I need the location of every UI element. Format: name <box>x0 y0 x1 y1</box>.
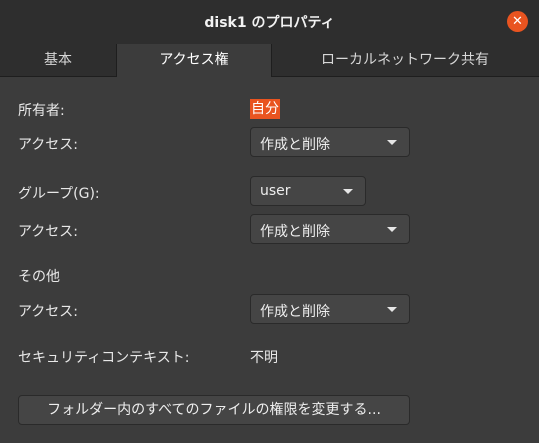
owner-access-value: 作成と削除 <box>260 137 330 153</box>
dropdown-arrow-icon <box>387 307 397 312</box>
tab-basic[interactable]: 基本 <box>0 44 116 76</box>
tab-permissions[interactable]: アクセス権 <box>116 44 272 77</box>
others-access-dropdown[interactable]: 作成と削除 <box>250 294 410 324</box>
dropdown-arrow-icon <box>343 189 353 194</box>
group-label: グループ(G): <box>18 186 100 202</box>
security-context-label: セキュリティコンテキスト: <box>18 350 190 366</box>
title-bar: disk1 のプロパティ ✕ <box>0 0 539 44</box>
dropdown-arrow-icon <box>387 140 397 145</box>
change-enclosed-files-button[interactable]: フォルダー内のすべてのファイルの権限を変更する... <box>18 395 410 425</box>
group-access-label: アクセス: <box>18 224 79 240</box>
dropdown-arrow-icon <box>387 227 397 232</box>
tab-bar: 基本 アクセス権 ローカルネットワーク共有 <box>0 44 539 77</box>
owner-access-dropdown[interactable]: 作成と削除 <box>250 127 410 157</box>
group-access-dropdown[interactable]: 作成と削除 <box>250 214 410 244</box>
window-title: disk1 のプロパティ <box>204 15 335 31</box>
owner-label: 所有者: <box>18 103 65 119</box>
group-access-value: 作成と削除 <box>260 224 330 240</box>
security-context-value: 不明 <box>250 350 278 366</box>
group-value: user <box>260 183 291 199</box>
owner-value: 自分 <box>250 99 280 119</box>
group-dropdown[interactable]: user <box>250 176 366 206</box>
tab-local-network-share[interactable]: ローカルネットワーク共有 <box>271 44 539 76</box>
others-label: その他 <box>18 269 60 285</box>
others-access-label: アクセス: <box>18 304 79 320</box>
owner-access-label: アクセス: <box>18 137 79 153</box>
others-access-value: 作成と削除 <box>260 304 330 320</box>
close-icon[interactable]: ✕ <box>507 11 528 32</box>
